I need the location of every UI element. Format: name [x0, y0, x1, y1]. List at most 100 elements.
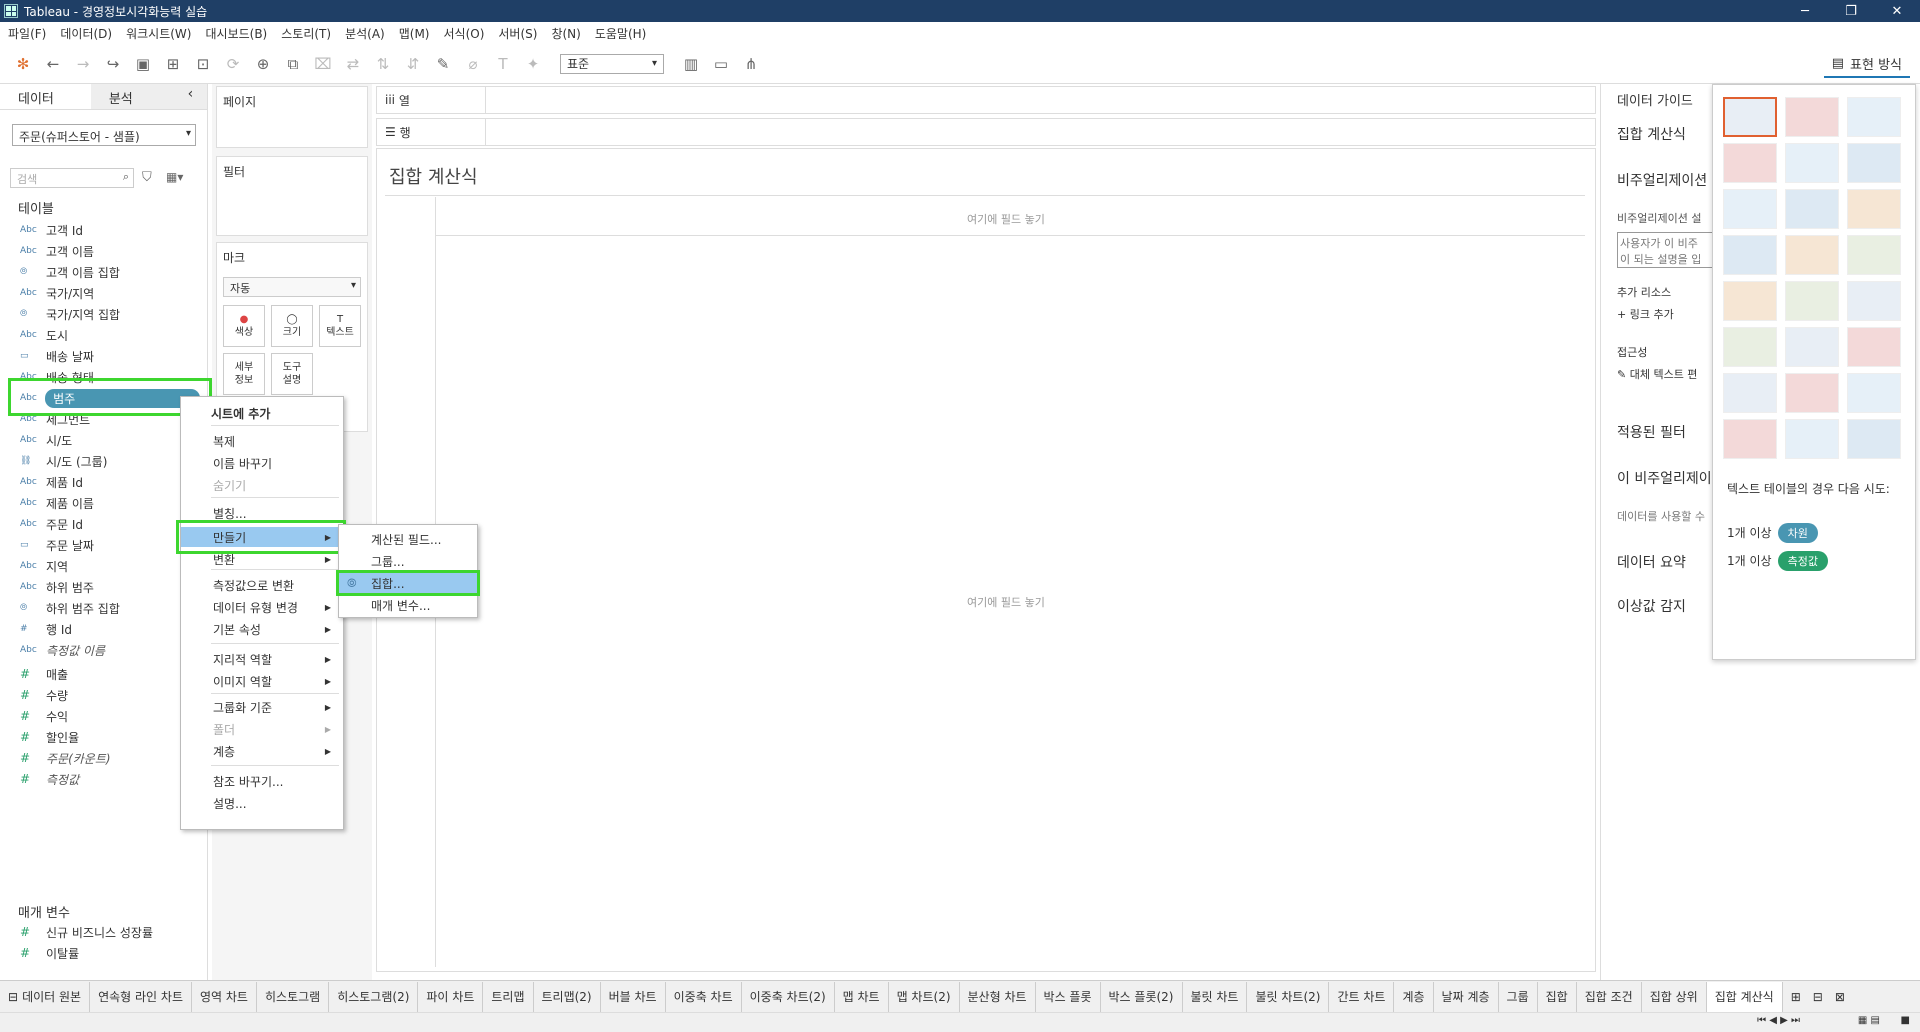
filter-icon[interactable]: ⛉ [142, 170, 152, 185]
chart-type-thumbnail[interactable] [1723, 97, 1777, 137]
grid-view-icon[interactable]: ▦ ▤ [1858, 1015, 1880, 1026]
context-menu-item[interactable]: 복제 [181, 431, 343, 451]
menu-story[interactable]: 스토리(T) [281, 25, 331, 42]
chart-type-thumbnail[interactable] [1785, 189, 1839, 229]
field-item[interactable]: Abc 도시 [20, 325, 200, 345]
chart-type-thumbnail[interactable] [1847, 419, 1901, 459]
sheet-tab[interactable]: 집합 조건 [1577, 981, 1642, 1012]
group-icon[interactable]: ⌀ [462, 53, 484, 75]
columns-shelf[interactable]: iii 열 [376, 86, 1596, 114]
menu-server[interactable]: 서버(S) [498, 25, 537, 42]
context-menu-item[interactable]: 폴더 ▶ [181, 719, 343, 739]
sort-asc-icon[interactable]: ⇅ [372, 53, 394, 75]
chart-type-thumbnail[interactable] [1723, 189, 1777, 229]
field-item[interactable]: ▭ 주문 날짜 [20, 535, 200, 555]
chart-type-thumbnail[interactable] [1785, 327, 1839, 367]
field-item[interactable]: Abc 측정값 이름 [20, 640, 200, 660]
field-item[interactable]: ⦾ 국가/지역 집합 [20, 304, 200, 324]
text-button[interactable]: T 텍스트 [319, 305, 361, 347]
duplicate-sheet-icon[interactable]: ⧉ [282, 53, 304, 75]
context-menu-item[interactable]: 그룹화 기준 ▶ [181, 697, 343, 717]
color-button[interactable]: ● 색상 [223, 305, 265, 347]
menu-help[interactable]: 도움말(H) [595, 25, 647, 42]
measure-item[interactable]: # 수익 [20, 706, 200, 726]
menu-parameter[interactable]: 매개 변수... [339, 595, 477, 615]
tab-data-source[interactable]: ⊟ 데이터 원본 [0, 981, 91, 1012]
rows-shelf[interactable]: ☰ 행 [376, 118, 1596, 146]
sheet-tab[interactable]: 집합 계산식 [1706, 981, 1783, 1012]
minimize-icon[interactable]: ─ [1782, 0, 1828, 22]
new-story-icon[interactable]: ⊠ [1835, 990, 1845, 1004]
sheet-title[interactable]: 집합 계산식 [389, 163, 478, 189]
clear-sheet-icon[interactable]: ⌧ [312, 53, 334, 75]
chart-type-thumbnail[interactable] [1723, 373, 1777, 413]
measure-item[interactable]: # 수량 [20, 685, 200, 705]
field-item[interactable]: ⛓ 시/도 (그룹) [20, 451, 200, 471]
field-item[interactable]: ⦾ 고객 이름 집합 [20, 262, 200, 282]
replay-icon[interactable]: ↪ [102, 53, 124, 75]
field-item[interactable]: Abc 고객 Id [20, 220, 200, 240]
menu-calculated-field[interactable]: 계산된 필드... [339, 529, 477, 549]
sheet-tab[interactable]: 집합 상위 [1642, 981, 1707, 1012]
field-item[interactable]: Abc 제품 Id [20, 472, 200, 492]
presentation-icon[interactable]: ▭ [710, 53, 732, 75]
field-item[interactable]: Abc 하위 범주 [20, 577, 200, 597]
field-item[interactable]: Abc 제품 이름 [20, 493, 200, 513]
measure-item[interactable]: # 측정값 [20, 769, 200, 789]
datasource-select[interactable]: 주문(슈퍼스토어 - 샘플) [12, 124, 196, 146]
sort-desc-icon[interactable]: ⇵ [402, 53, 424, 75]
view-canvas[interactable]: 집합 계산식 여기에 필드 놓기 여기에 필드 놓기 [376, 148, 1596, 972]
menu-file[interactable]: 파일(F) [8, 25, 46, 42]
tableau-icon[interactable]: ✻ [12, 53, 34, 75]
menu-worksheet[interactable]: 워크시트(W) [126, 25, 191, 42]
sheet-tab[interactable]: 맵 차트(2) [889, 981, 960, 1012]
tab-analysis[interactable]: 분석 [90, 84, 182, 109]
menu-format[interactable]: 서식(O) [444, 25, 485, 42]
chart-type-thumbnail[interactable] [1723, 327, 1777, 367]
chart-type-thumbnail[interactable] [1723, 419, 1777, 459]
chart-type-thumbnail[interactable] [1785, 419, 1839, 459]
menu-map[interactable]: 맵(M) [399, 25, 430, 42]
view-options-icon[interactable]: ▦▾ [166, 170, 183, 184]
swap-icon[interactable]: ⇄ [342, 53, 364, 75]
field-item[interactable]: Abc 지역 [20, 556, 200, 576]
sheet-tab[interactable]: 버블 차트 [601, 981, 666, 1012]
sheet-tab[interactable]: 그룹 [1499, 981, 1538, 1012]
context-menu-item[interactable]: 시트에 추가 [181, 403, 343, 423]
collapse-icon[interactable]: ‹ [181, 84, 207, 109]
context-menu-item[interactable]: 설명... [181, 793, 343, 813]
sheet-tab[interactable]: 트리맵(2) [534, 981, 601, 1012]
chart-type-thumbnail[interactable] [1785, 97, 1839, 137]
chart-type-thumbnail[interactable] [1785, 373, 1839, 413]
sheet-tab[interactable]: 히스토그램 [257, 981, 330, 1012]
parameter-item[interactable]: # 이탈률 [20, 943, 200, 963]
show-cards-icon[interactable]: ▥ [680, 53, 702, 75]
field-item[interactable]: # 행 Id [20, 619, 200, 639]
save-icon[interactable]: ▣ [132, 53, 154, 75]
restore-icon[interactable]: ❐ [1828, 0, 1874, 22]
nav-first-icon[interactable]: ⏮ ◀ ▶ ⏭ [1757, 1015, 1800, 1026]
new-dashboard-icon[interactable]: ⊟ [1813, 990, 1823, 1004]
sheet-tab[interactable]: 간트 차트 [1329, 981, 1395, 1012]
context-menu-item[interactable]: 측정값으로 변환 [181, 575, 343, 595]
filmstrip-icon[interactable]: ■ [1901, 1015, 1910, 1026]
measure-item[interactable]: # 매출 [20, 664, 200, 684]
sheet-tab[interactable]: 히스토그램(2) [329, 981, 419, 1012]
pin-icon[interactable]: ✦ [522, 53, 544, 75]
sheet-tab[interactable]: 연속형 라인 차트 [90, 981, 192, 1012]
field-item[interactable]: Abc 주문 Id [20, 514, 200, 534]
context-menu-item[interactable]: 계층 ▶ [181, 741, 343, 761]
sheet-tab[interactable]: 집합 [1538, 981, 1577, 1012]
chart-type-thumbnail[interactable] [1785, 143, 1839, 183]
sheet-tab[interactable]: 영역 차트 [192, 981, 257, 1012]
undo-icon[interactable]: ← [42, 53, 64, 75]
field-item[interactable]: Abc 시/도 [20, 430, 200, 450]
sheet-tab[interactable]: 불릿 차트(2) [1247, 981, 1330, 1012]
chart-type-thumbnail[interactable] [1785, 281, 1839, 321]
chart-type-thumbnail[interactable] [1847, 189, 1901, 229]
context-menu-item[interactable]: 참조 바꾸기... [181, 771, 343, 791]
context-menu-item[interactable]: 데이터 유형 변경 ▶ [181, 597, 343, 617]
tab-data[interactable]: 데이터 [0, 84, 91, 109]
context-menu-item[interactable]: 지리적 역할 ▶ [181, 649, 343, 669]
context-menu-item[interactable]: 숨기기 [181, 475, 343, 495]
